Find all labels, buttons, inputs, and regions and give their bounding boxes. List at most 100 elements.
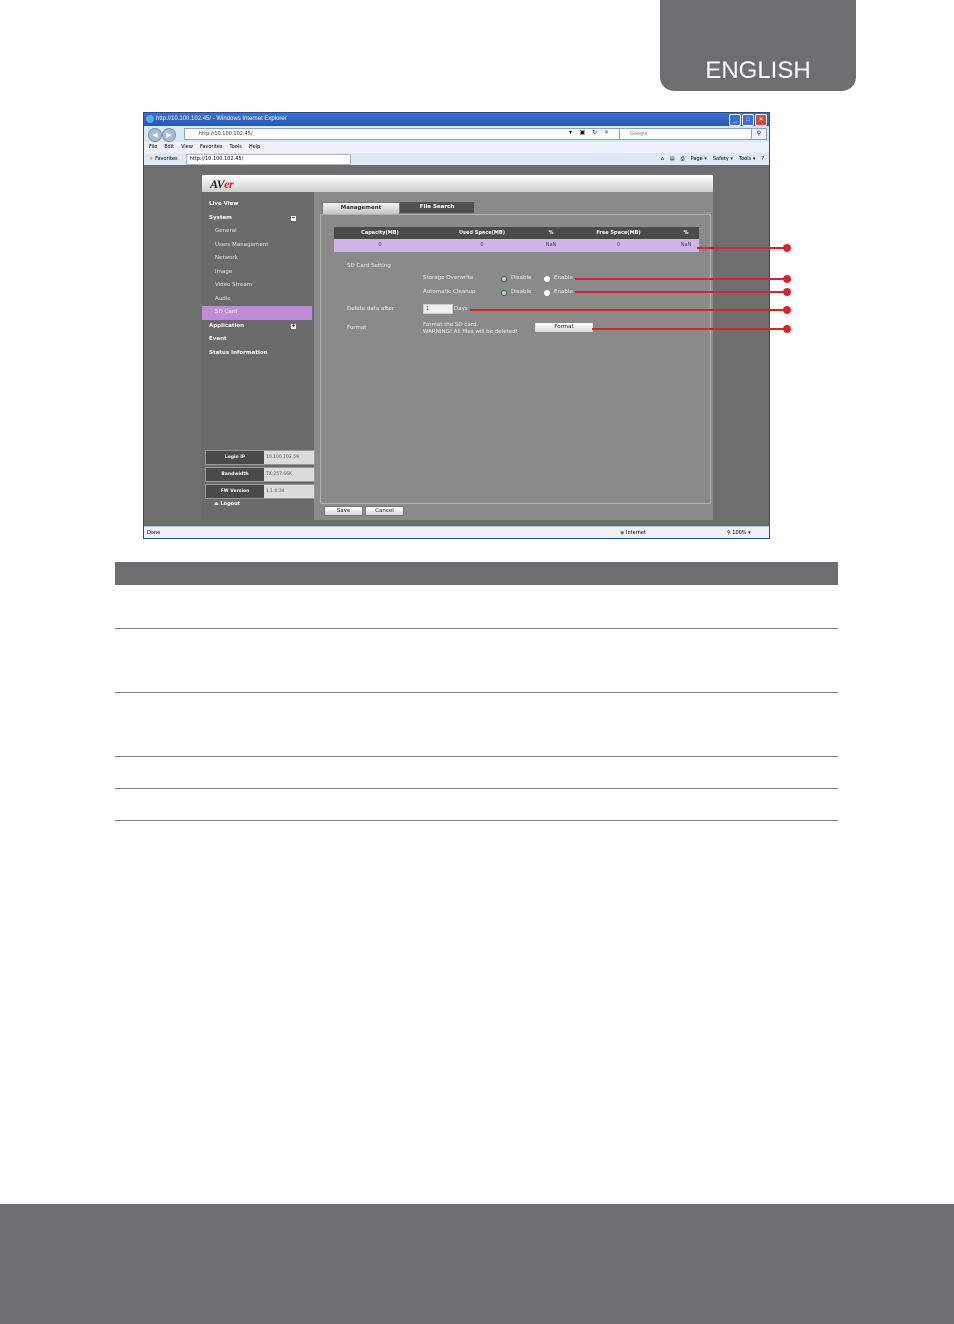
help-icon[interactable]: ?: [761, 153, 764, 165]
header-used-percent: %: [548, 230, 554, 236]
save-button[interactable]: Save: [324, 506, 363, 516]
automatic-cleanup-disable-radio[interactable]: [501, 290, 507, 296]
header-free-percent: %: [683, 230, 689, 236]
tab-file-search[interactable]: File Search: [400, 202, 474, 213]
footer-band: [0, 1204, 954, 1324]
callout-dot-5: [783, 325, 791, 333]
logout-label: Logout: [220, 501, 241, 507]
menu-tools[interactable]: Tools: [230, 142, 242, 153]
search-icon[interactable]: ⚲: [751, 128, 767, 140]
menu-help[interactable]: Help: [249, 142, 260, 153]
sidebar-item-users-management[interactable]: Users Management: [202, 239, 314, 253]
close-icon[interactable]: ✕: [755, 114, 767, 126]
title-bar: http://10.100.102.45/ - Windows Internet…: [144, 113, 769, 126]
sidebar: Live View System − General Users Manageme…: [202, 192, 315, 520]
sidebar-item-system[interactable]: System −: [202, 212, 314, 226]
logout-icon: ⏏: [214, 501, 219, 507]
menu-favorites[interactable]: Favorites: [200, 142, 223, 153]
favorites-button[interactable]: ★ Favorites: [149, 153, 178, 165]
refresh-icon[interactable]: ↻: [590, 128, 599, 137]
internet-zone-label: Internet: [625, 530, 646, 536]
back-icon[interactable]: ◀: [148, 128, 162, 142]
login-ip-box: Login IP 10.100.102.59: [205, 450, 315, 465]
main-panel: Management File Search Capacity(MB) Used…: [320, 192, 713, 520]
collapse-icon[interactable]: −: [291, 215, 296, 221]
storage-overwrite-label: Storage Overwrite: [423, 275, 474, 281]
sidebar-item-video-stream[interactable]: Video Stream: [202, 279, 314, 293]
cancel-button[interactable]: Cancel: [365, 506, 404, 516]
menu-edit[interactable]: Edit: [164, 142, 174, 153]
storage-overwrite-disable-radio[interactable]: [501, 276, 507, 282]
menu-view[interactable]: View: [181, 142, 193, 153]
expand-icon[interactable]: +: [291, 323, 296, 329]
table-header: Capacity(MB) Used Space(MB) % Free Space…: [334, 227, 699, 239]
cell-used-percent: NaN: [545, 242, 557, 248]
sidebar-item-status-information[interactable]: Status Information: [202, 347, 314, 361]
forward-icon[interactable]: ▶: [162, 128, 176, 142]
description-table-header: [115, 562, 838, 585]
feeds-icon[interactable]: ▤: [670, 153, 675, 165]
aver-logo: AVer: [210, 177, 234, 191]
address-input[interactable]: http://10.100.102.45/: [184, 128, 620, 140]
sidebar-item-event[interactable]: Event: [202, 333, 314, 347]
search-input[interactable]: Google: [619, 128, 761, 140]
page-menu[interactable]: Page ▾: [691, 153, 707, 165]
browser-content: AVer Live View System − General Users Man…: [144, 165, 769, 526]
sidebar-item-sd-card[interactable]: SD Card: [202, 306, 312, 320]
window-title: http://10.100.102.45/ - Windows Internet…: [156, 116, 287, 122]
maximize-icon[interactable]: □: [742, 114, 754, 126]
sidebar-item-image[interactable]: Image: [202, 266, 314, 280]
table-divider: [115, 788, 838, 789]
tools-menu[interactable]: Tools ▾: [739, 153, 755, 165]
callout-dot-4: [783, 306, 791, 314]
delete-data-after-label: Delete data after: [347, 306, 394, 312]
table-row: 0 0 NaN 0 NaN: [334, 239, 699, 252]
compat-icon[interactable]: ▣: [578, 128, 587, 137]
callout-line-3: [575, 291, 786, 293]
sidebar-item-network[interactable]: Network: [202, 252, 314, 266]
header-used-space: Used Space(MB): [458, 230, 505, 236]
favorites-label: Favorites: [155, 156, 178, 162]
automatic-cleanup-enable-radio[interactable]: [544, 290, 550, 296]
callout-line-2: [575, 278, 786, 280]
home-icon[interactable]: ⌂: [661, 153, 664, 165]
bandwidth-box: Bandwidth TX:257.66K: [205, 467, 315, 482]
table-divider: [115, 756, 838, 757]
minimize-icon[interactable]: _: [729, 114, 741, 126]
table-divider: [115, 820, 838, 821]
zoom-level[interactable]: ⚲ 100% ▾: [727, 527, 751, 538]
sidebar-item-audio[interactable]: Audio: [202, 293, 314, 307]
sidebar-item-general[interactable]: General: [202, 225, 314, 239]
safety-menu[interactable]: Safety ▾: [713, 153, 733, 165]
callout-dot-3: [783, 288, 791, 296]
dropdown-icon[interactable]: ▾: [566, 128, 575, 137]
storage-overwrite-disable-label: Disable: [511, 275, 532, 281]
callout-dot-1: [783, 244, 791, 252]
camera-web-app: AVer Live View System − General Users Man…: [202, 175, 713, 520]
print-icon[interactable]: ⎙: [681, 153, 685, 165]
cell-capacity: 0: [378, 242, 382, 248]
format-button[interactable]: Format: [534, 322, 594, 333]
sidebar-item-live-view[interactable]: Live View: [202, 198, 314, 212]
cell-free-percent: NaN: [680, 242, 692, 248]
logout-button[interactable]: ⏏ Logout: [214, 501, 240, 507]
bandwidth-value: TX:257.66K: [266, 472, 293, 477]
app-header: AVer: [202, 175, 713, 192]
status-bar: Done ◉ Internet ⚲ 100% ▾: [144, 526, 769, 538]
stop-icon[interactable]: ✕: [602, 128, 611, 137]
browser-tab[interactable]: http://10.100.102.45/: [185, 154, 351, 165]
delete-days-input[interactable]: 1: [423, 304, 453, 314]
sd-card-setting-label: SD Card Setting: [347, 263, 391, 269]
menu-bar: File Edit View Favorites Tools Help: [144, 142, 769, 153]
storage-overwrite-enable-radio[interactable]: [544, 276, 550, 282]
header-free-space: Free Space(MB): [596, 230, 641, 236]
cell-used-space: 0: [480, 242, 484, 248]
zoom-icon: ⚲: [727, 530, 731, 536]
menu-file[interactable]: File: [149, 142, 157, 153]
language-tab: ENGLISH: [660, 0, 856, 91]
login-ip-label: Login IP: [206, 451, 264, 464]
fw-version-value: 1.1.0.34: [266, 489, 285, 494]
ie-icon: [146, 115, 154, 123]
sidebar-item-application[interactable]: Application +: [202, 320, 314, 334]
callout-line-4: [470, 309, 786, 311]
